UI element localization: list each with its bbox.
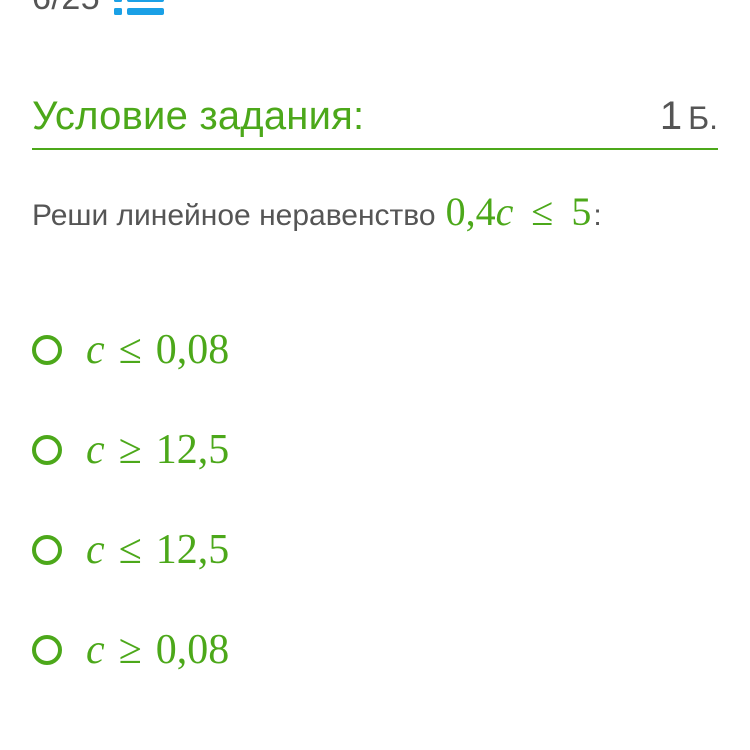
answer-op: ≥: [118, 427, 142, 473]
answer-value: 0,08: [155, 327, 230, 373]
question-label: Реши линейное неравенство: [32, 199, 436, 232]
question-inequality: 0,4c ≤ 5: [446, 188, 592, 235]
answer-var: c: [86, 427, 105, 473]
answer-var: c: [86, 527, 105, 573]
list-icon[interactable]: [114, 0, 166, 18]
answer-option[interactable]: c ≤ 12,5: [32, 500, 718, 600]
answer-label: c ≤ 0,08: [86, 326, 229, 374]
question-rhs: 5: [571, 189, 592, 234]
answer-label: c ≤ 12,5: [86, 526, 229, 574]
radio-button[interactable]: [32, 435, 62, 465]
points-value: 1: [659, 93, 683, 138]
answer-op: ≤: [118, 527, 142, 573]
question-colon: :: [593, 199, 602, 232]
answer-value: 12,5: [155, 527, 230, 573]
answer-option[interactable]: c ≥ 0,08: [32, 600, 718, 700]
progress-bar: 6/25: [32, 0, 166, 18]
question-var: c: [495, 189, 514, 234]
question-coef: 0,4: [445, 189, 496, 234]
points-unit: Б.: [688, 99, 718, 136]
radio-button[interactable]: [32, 635, 62, 665]
answer-option[interactable]: c ≥ 12,5: [32, 400, 718, 500]
answer-options: c ≤ 0,08 c ≥ 12,5 c ≤ 12,5 c ≥ 0,08: [32, 300, 718, 700]
task-header: Условие задания: 1 Б.: [32, 84, 718, 150]
question-op: ≤: [531, 189, 554, 234]
task-counter: 6/25: [32, 0, 100, 18]
question-text: Реши линейное неравенство 0,4c ≤ 5 :: [32, 188, 602, 235]
answer-var: c: [86, 327, 105, 373]
task-title: Условие задания:: [32, 93, 365, 138]
answer-label: c ≥ 0,08: [86, 626, 229, 674]
answer-value: 12,5: [155, 427, 230, 473]
radio-button[interactable]: [32, 535, 62, 565]
points-badge: 1 Б.: [660, 94, 718, 139]
radio-button[interactable]: [32, 335, 62, 365]
answer-var: c: [86, 627, 105, 673]
answer-op: ≥: [118, 627, 142, 673]
answer-op: ≤: [118, 327, 142, 373]
answer-label: c ≥ 12,5: [86, 426, 229, 474]
answer-value: 0,08: [155, 627, 230, 673]
answer-option[interactable]: c ≤ 0,08: [32, 300, 718, 400]
